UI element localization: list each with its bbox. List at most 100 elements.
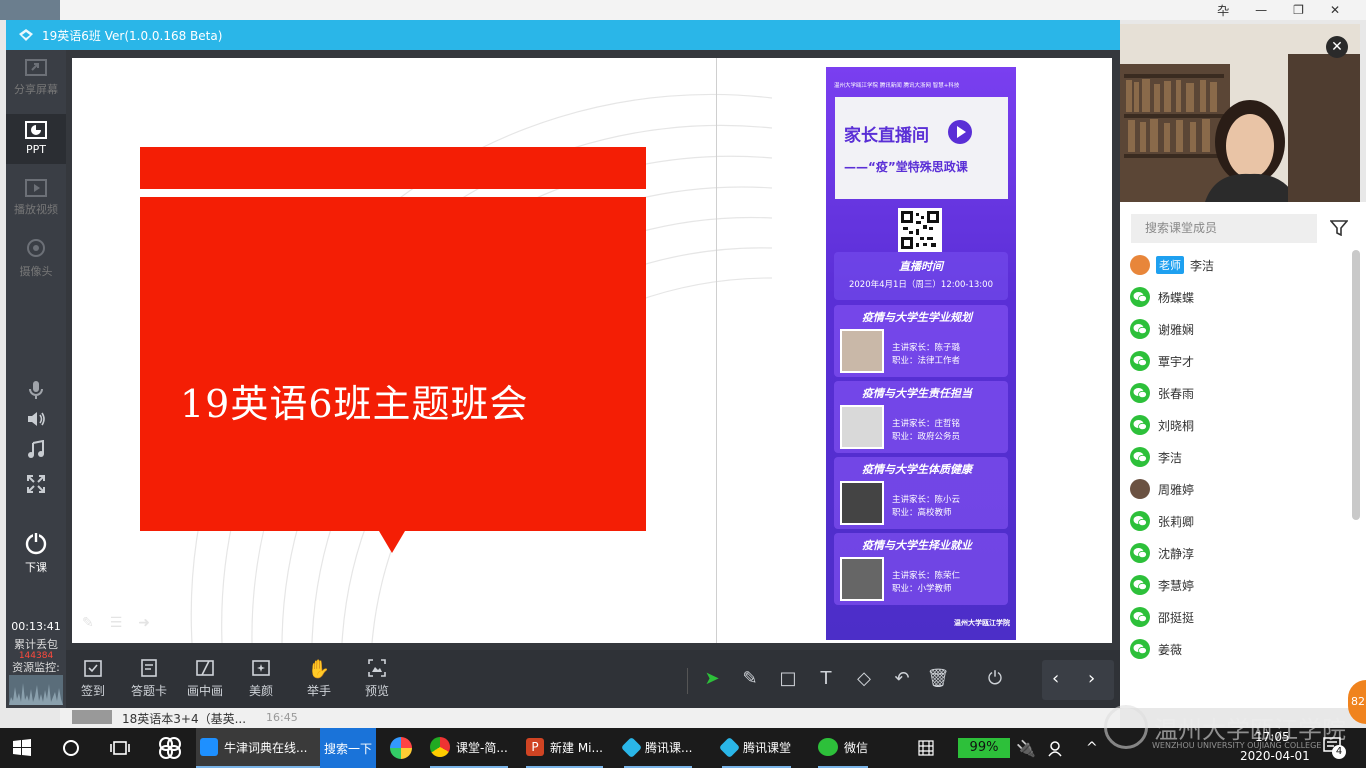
page-nav: ‹ › — [1042, 660, 1114, 700]
raise-hand-button[interactable]: ✋ 举手 — [294, 658, 344, 699]
taskbar-app-tencent-2[interactable]: 腾讯课堂 — [718, 728, 792, 768]
member-name: 邵挺挺 — [1158, 610, 1195, 625]
poster-headline-box — [835, 97, 1008, 199]
filter-icon[interactable] — [1329, 220, 1349, 239]
member-teacher[interactable]: 老师 李洁 — [1130, 254, 1214, 276]
member-name: 李洁 — [1158, 450, 1183, 465]
notification-button[interactable]: 4 — [1322, 735, 1346, 759]
play-video-button[interactable]: 播放视频 — [6, 178, 66, 228]
taskbar-ppt-label: 新建 Mi... — [550, 740, 603, 755]
taskbar-app-pinwheel[interactable] — [158, 728, 182, 768]
fullscreen-icon — [27, 475, 45, 493]
wechat-icon — [1130, 383, 1150, 403]
poster-session-photo — [840, 329, 884, 373]
bg-pin-button[interactable]: 卆 — [1217, 2, 1229, 19]
poster-session-speaker: 主讲家长：陈小云 — [892, 495, 961, 505]
task-view-button[interactable] — [110, 728, 130, 768]
clock-date[interactable]: 2020-04-01 — [1240, 749, 1310, 763]
pen-tool-icon[interactable]: ✎ — [738, 668, 762, 689]
member-item[interactable]: 张春雨 — [1130, 382, 1194, 404]
plug-icon: 🔌 — [1016, 738, 1036, 758]
search-button[interactable] — [61, 728, 81, 768]
watermark-seal-icon — [1104, 705, 1148, 749]
eraser-tool-icon[interactable]: ◇ — [852, 668, 876, 689]
beauty-icon — [236, 658, 286, 682]
poster-qr-code — [898, 208, 942, 252]
bg-close-button[interactable]: ✕ — [1330, 3, 1340, 17]
packet-loss-value: 144384 — [18, 651, 54, 661]
fullscreen-button[interactable] — [6, 475, 66, 496]
task-view-icon — [110, 741, 130, 755]
member-item[interactable]: 覃宇才 — [1130, 350, 1194, 372]
red-title-block — [140, 197, 646, 531]
start-button[interactable] — [12, 728, 32, 768]
hand-icon: ✋ — [307, 659, 331, 680]
ppt-button[interactable]: PPT — [6, 114, 66, 164]
member-item[interactable]: 李慧婷 — [1130, 574, 1194, 596]
close-video-button[interactable]: ✕ — [1326, 36, 1348, 58]
member-item[interactable]: 邵挺挺 — [1130, 606, 1194, 628]
background-window-controls: 卆 — ❐ ✕ — [1146, 0, 1366, 20]
play-video-icon — [25, 179, 47, 197]
trash-icon[interactable]: 🗑 — [926, 668, 950, 689]
next-page-button[interactable]: › — [1088, 668, 1095, 689]
text-tool-icon[interactable]: T — [814, 668, 838, 689]
music-icon — [28, 439, 44, 458]
undo-icon[interactable]: ↶ — [890, 668, 914, 689]
member-scrollbar[interactable] — [1352, 250, 1360, 520]
taskbar-app-photos[interactable] — [390, 728, 418, 768]
pip-button[interactable]: 画中画 — [180, 658, 230, 699]
camera-label: 摄像头 — [19, 265, 53, 278]
taskbar-app-chrome[interactable]: 课堂-简... — [430, 728, 508, 768]
tray-keyboard-icon[interactable] — [918, 728, 934, 768]
member-item[interactable]: 张莉卿 — [1130, 510, 1194, 532]
power-tool-icon[interactable]: ⏻ — [983, 668, 1007, 689]
member-item[interactable]: 谢雅娴 — [1130, 318, 1194, 340]
member-item[interactable]: 杨蝶蝶 — [1130, 286, 1194, 308]
music-button[interactable] — [6, 439, 66, 463]
taskbar-app-tencent-1[interactable]: 腾讯课... — [620, 728, 693, 768]
wechat-icon — [1130, 639, 1150, 659]
slide-next-icon[interactable]: ➜ — [138, 615, 150, 631]
member-item[interactable]: 姜薇 — [1130, 638, 1182, 660]
member-item[interactable]: 沈静淳 — [1130, 542, 1194, 564]
preview-button[interactable]: 预览 — [352, 658, 402, 699]
member-name: 沈静淳 — [1158, 546, 1195, 561]
answer-card-button[interactable]: 答题卡 — [124, 658, 174, 699]
member-item[interactable]: 周雅婷 — [1130, 478, 1194, 500]
left-sidebar: 分享屏幕 PPT 播放视频 摄像头 下课 00:13:41 累计丢包 14438… — [6, 50, 66, 708]
beauty-button[interactable]: 美颜 — [236, 658, 286, 699]
signin-button[interactable]: 签到 — [68, 658, 118, 699]
taskbar-app-wechat[interactable]: 微信 — [818, 728, 869, 768]
end-class-button[interactable]: 下课 — [6, 530, 66, 575]
poster-headline: 家长直播间 — [844, 126, 929, 146]
bg-minimize-button[interactable]: — — [1255, 3, 1267, 17]
event-poster: 温州大学瓯江学院 腾讯新闻 腾讯大浙网 智慧+科技 家长直播间 ——“疫”堂特殊… — [826, 67, 1016, 640]
clock-time[interactable]: 17:05 — [1255, 730, 1290, 744]
poster-session-photo — [840, 481, 884, 525]
avatar-group — [72, 710, 112, 724]
prev-page-button[interactable]: ‹ — [1052, 668, 1059, 689]
poster-subheadline: ——“疫”堂特殊思政课 — [844, 160, 968, 174]
poster-session-topic: 疫情与大学生责任担当 — [862, 387, 972, 400]
member-item[interactable]: 李洁 — [1130, 446, 1182, 468]
slide-menu-icon[interactable]: ☰ — [110, 615, 123, 631]
member-item[interactable]: 刘晓桐 — [1130, 414, 1194, 436]
member-search-input[interactable]: 搜索课堂成员 — [1131, 214, 1317, 243]
pointer-tool-icon[interactable]: ➤ — [700, 668, 724, 689]
network-icon[interactable] — [1048, 728, 1066, 768]
share-screen-button[interactable]: 分享屏幕 — [6, 58, 66, 108]
camera-button[interactable]: 摄像头 — [6, 238, 66, 288]
shape-tool-icon[interactable]: □ — [776, 668, 800, 689]
taskbar-wechat-label: 微信 — [844, 740, 869, 755]
taskbar-search-button[interactable]: 搜索一下 — [320, 728, 376, 768]
taskbar-app-powerpoint[interactable]: P 新建 Mi... — [526, 728, 603, 768]
poster-session-speaker: 主讲家长：陈荣仁 — [892, 571, 961, 581]
slide-pen-icon[interactable]: ✎ — [82, 615, 94, 631]
microphone-button[interactable] — [6, 380, 66, 403]
speaker-button[interactable] — [6, 410, 66, 431]
tray-expand-icon[interactable]: ^ — [1086, 728, 1098, 768]
bg-maximize-button[interactable]: ❐ — [1293, 3, 1304, 17]
battery-indicator[interactable]: 99% — [958, 728, 1010, 768]
taskbar-app-ie[interactable]: 牛津词典在线... — [196, 728, 320, 768]
